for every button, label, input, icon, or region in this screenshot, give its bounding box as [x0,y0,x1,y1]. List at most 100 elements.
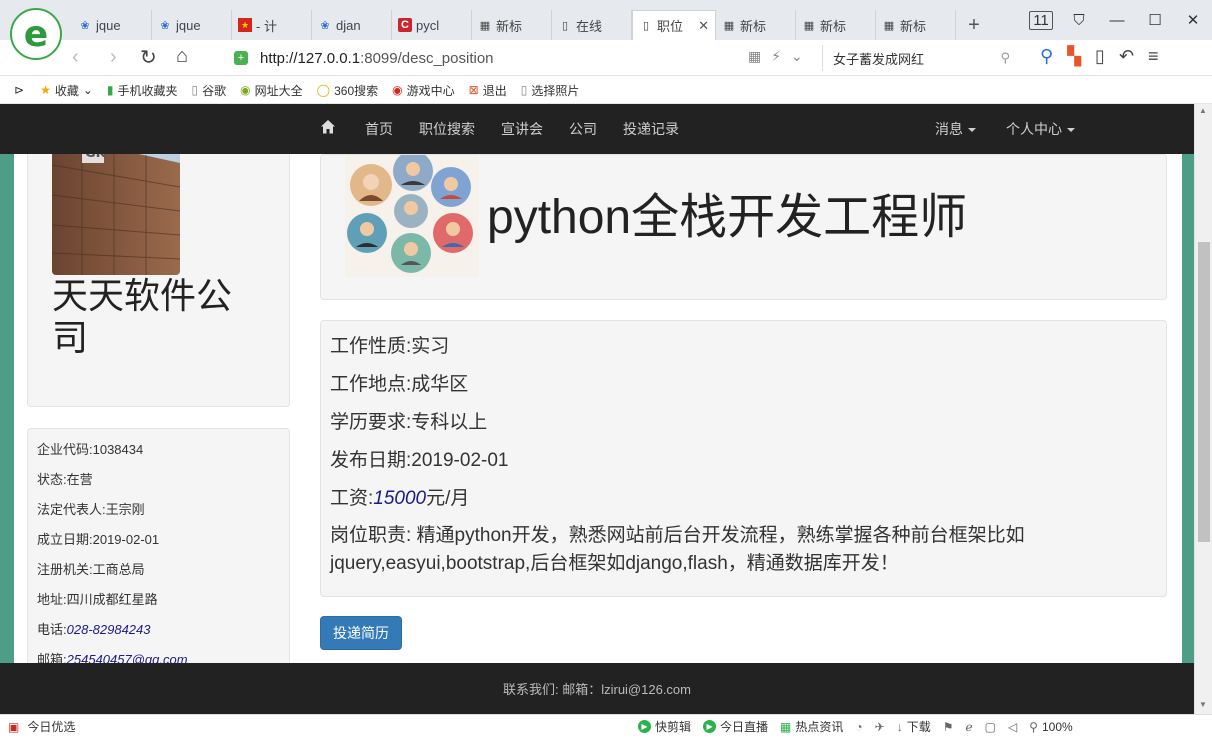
scroll-up-icon[interactable]: ▲ [1199,106,1207,115]
bookmark-label: 谷歌 [202,83,227,98]
pin-icon[interactable]: ✈ [875,720,885,734]
bookmark-item[interactable]: ★ 收藏 ⌄ [40,82,93,99]
company-phone: 电话:028-82984243 [37,619,150,638]
bookmark-label: 游戏中心 [406,83,455,98]
news-item[interactable]: ▦ 热点资讯 [780,718,843,735]
apply-resume-button[interactable]: 投递简历 [320,616,402,650]
news-icon: ▦ [780,719,792,734]
magnifier-icon[interactable]: ⚲ [1040,46,1053,67]
nav-seminar-link[interactable]: 宣讲会 [488,119,556,139]
quick-edit-item[interactable]: ▶ 快剪辑 [638,718,691,735]
minimize-icon[interactable]: — [1098,12,1136,29]
company-status: 状态:在营 [37,472,93,487]
job-salary: 工资:15000元/月 [330,483,469,510]
search-icon: ◯ [316,83,331,97]
bookmark-item[interactable]: ▯ 谷歌 [192,82,227,99]
browser-tab[interactable]: Cpycl [392,10,472,40]
tab-count-icon[interactable]: 11 [1022,10,1060,30]
browser-tab[interactable]: ▦ 新标 [876,10,956,40]
messages-dropdown[interactable]: 消息 [920,119,991,139]
volume-icon[interactable]: ◁ [1008,720,1017,734]
nav-home-link[interactable]: 首页 [352,119,406,139]
home-icon[interactable]: ⌂ [176,45,188,68]
grid-icon: ▦ [479,19,491,32]
menu-icon[interactable]: ≡ [1148,46,1159,67]
ie-icon[interactable]: ℯ [965,720,972,734]
tablet-icon[interactable]: ▯ [1095,46,1105,67]
live-item[interactable]: ▶ 今日直播 [703,718,768,735]
bookmark-item[interactable]: ▮ 手机收藏夹 [107,82,178,99]
grid-icon: ▦ [723,19,735,32]
browser-tab[interactable]: ❀ djan [312,10,392,40]
tab-label: jque [176,17,201,33]
close-tab-icon[interactable]: ✕ [698,18,709,34]
paw-icon: ❀ [160,19,170,32]
back-icon[interactable]: ‹ [72,46,79,69]
url-field[interactable]: + http://127.0.0.1:8099/desc_position [226,45,816,71]
apps-icon[interactable]: ▚ [1067,46,1081,67]
vertical-scrollbar[interactable]: ▲ ▼ [1194,104,1212,714]
browser-tab[interactable]: ❀ jque [152,10,232,40]
nav-applications-link[interactable]: 投递记录 [610,119,692,139]
window-icon[interactable]: ▢ [985,720,996,734]
bookmark-item[interactable]: ▯ 选择照片 [521,82,580,99]
nav-job-search-link[interactable]: 职位搜索 [406,119,488,139]
c-icon: C [398,18,412,32]
play-icon: ▶ [703,720,717,733]
zoom-item[interactable]: ⚲ 100% [1029,720,1073,734]
browser-tab[interactable]: ▦ 新标 [472,10,552,40]
nav-company-link[interactable]: 公司 [556,119,610,139]
search-input[interactable]: 女子蓄发成网红 ⚲ [822,45,1022,71]
paw-icon: ❀ [320,19,330,32]
browser-tab[interactable]: ★ - 计 [232,10,312,40]
browser-logo-icon[interactable]: e [10,8,62,60]
status-right: ▶ 快剪辑 ▶ 今日直播 ▦ 热点资讯 ◔ ✈ ↓ 下载 ⚑ ℯ ▢ ◁ ⚲ 100% [638,718,1073,735]
company-info-card: 企业代码:1038434 状态:在营 法定代表人:王宗刚 成立日期:2019-0… [27,428,290,678]
company-authority: 注册机关:工商总局 [37,562,145,577]
background-decoration-left [0,104,14,664]
tab-label: pycl [416,17,440,33]
status-label: 今日直播 [720,720,769,734]
web-page: ▲ ▼ 首页 职位搜索 宣讲会 公司 投递记录 消息 个人中心 天天软件公司 企… [0,104,1212,714]
home-icon[interactable] [320,119,336,135]
sidebar-toggle-icon[interactable]: ⊳ [14,83,24,97]
speed-icon[interactable]: ◔ [855,720,862,734]
browser-status-bar: ▣ 今日优选 ▶ 快剪辑 ▶ 今日直播 ▦ 热点资讯 ◔ ✈ ↓ 下载 ⚑ ℯ ▢ ◁ … [0,714,1212,738]
tab-label: 新标 [820,18,847,34]
browser-tab[interactable]: ▯ 在线 [552,10,632,40]
paw-icon: ❀ [80,19,90,32]
scrollbar-thumb[interactable] [1198,242,1210,542]
maximize-icon[interactable]: ☐ [1136,11,1174,29]
bookmark-item[interactable]: ◉ 游戏中心 [392,82,455,99]
bookmark-item[interactable]: ◉ 网址大全 [240,82,303,99]
play-icon: ▶ [638,720,651,733]
forward-icon[interactable]: › [110,46,117,69]
scroll-down-icon[interactable]: ▼ [1199,700,1207,709]
bookmark-item[interactable]: ⊠ 退出 [469,82,507,99]
close-window-icon[interactable]: ✕ [1174,11,1212,29]
reload-icon[interactable]: ↻ [140,45,157,70]
page-icon: ▯ [561,19,569,32]
bookmark-item[interactable]: ◯ 360搜索 [317,82,378,99]
browser-tab[interactable]: ❀ jque [72,10,152,40]
site-navbar: 首页 职位搜索 宣讲会 公司 投递记录 消息 个人中心 [0,104,1194,154]
shirt-icon[interactable]: ⛉ [1060,12,1098,29]
tab-strip: ❀ jque ❀ jque ★ - 计 ❀ djan Cpycl ▦ 新标 ▯ 在线 ▯ 职位… [72,10,992,40]
star-icon: ★ [40,83,51,97]
undo-icon[interactable]: ↶ [1119,46,1134,67]
search-icon[interactable]: ⚲ [1000,50,1010,66]
company-code: 企业代码:1038434 [37,442,144,457]
download-item[interactable]: ↓ 下载 [897,718,931,735]
user-center-dropdown[interactable]: 个人中心 [991,119,1090,139]
browser-tab-active[interactable]: ▯ 职位 ✕ [632,10,716,40]
messages-label: 消息 [935,121,963,137]
tab-label: 在线 [576,18,603,34]
browser-tab[interactable]: ▦ 新标 [796,10,876,40]
status-left[interactable]: ▣ 今日优选 [8,718,75,735]
browser-tab[interactable]: ▦ 新标 [716,10,796,40]
bookmark-label: 手机收藏夹 [117,83,178,98]
salary-unit: 元/月 [426,488,470,509]
flag-icon[interactable]: ⚑ [943,720,954,734]
new-tab-icon[interactable]: + [956,10,992,40]
qr-lightning-icons[interactable]: ▦⚡⌄ [748,48,813,65]
